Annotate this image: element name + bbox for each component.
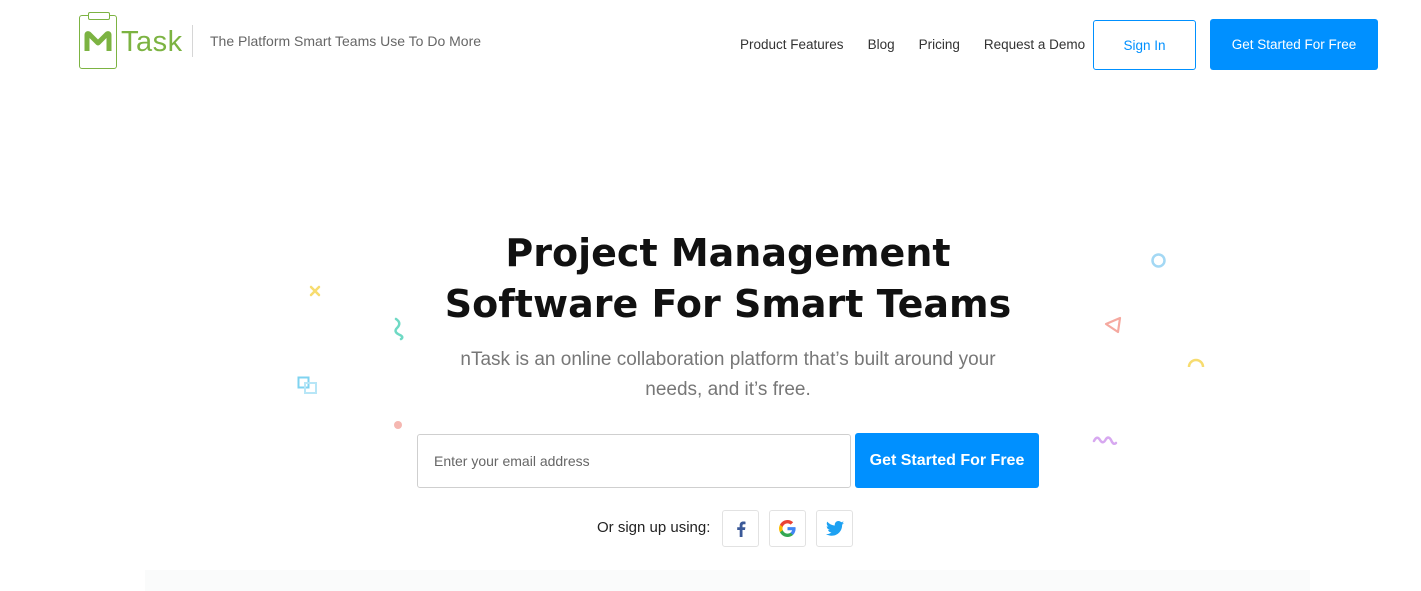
hero-subtitle: nTask is an online collaboration platfor…	[428, 345, 1028, 405]
nav-product-features[interactable]: Product Features	[740, 37, 844, 52]
wave-confetti-icon	[1092, 436, 1118, 446]
header-divider	[192, 25, 193, 57]
hero-title-line-2: Software For Smart Teams	[444, 282, 1012, 326]
tagline: The Platform Smart Teams Use To Do More	[210, 33, 482, 49]
email-input[interactable]	[417, 434, 851, 488]
signup-label: Or sign up using:	[597, 519, 711, 536]
x-confetti-icon	[309, 285, 321, 297]
sign-in-button[interactable]: Sign In	[1093, 20, 1196, 70]
squares-confetti-icon	[297, 376, 317, 394]
nav-blog[interactable]: Blog	[868, 37, 895, 52]
facebook-signup-button[interactable]	[722, 510, 759, 547]
nav-request-demo[interactable]: Request a Demo	[984, 37, 1085, 52]
hero-title: Project Management Software For Smart Te…	[428, 228, 1028, 330]
nav-pricing[interactable]: Pricing	[919, 37, 960, 52]
logo-text: Task	[121, 25, 183, 58]
arc-confetti-icon	[1187, 358, 1205, 368]
dot-confetti-icon	[394, 421, 402, 429]
triangle-confetti-icon	[1104, 316, 1122, 334]
clipboard-logo-icon	[79, 12, 117, 69]
get-started-header-button[interactable]: Get Started For Free	[1210, 19, 1378, 70]
site-header: Task The Platform Smart Teams Use To Do …	[0, 0, 1421, 90]
main-nav: Product Features Blog Pricing Request a …	[740, 37, 1085, 52]
google-icon	[779, 520, 796, 537]
google-signup-button[interactable]	[769, 510, 806, 547]
twitter-signup-button[interactable]	[816, 510, 853, 547]
facebook-icon	[736, 521, 745, 537]
twitter-icon	[825, 521, 844, 536]
hero-title-line-1: Project Management	[505, 231, 951, 275]
get-started-hero-button[interactable]: Get Started For Free	[855, 433, 1039, 488]
hero-subtitle-line-2: needs, and it’s free.	[645, 379, 811, 400]
bottom-section-strip	[145, 570, 1310, 591]
hero-subtitle-line-1: nTask is an online collaboration platfor…	[460, 349, 996, 370]
circle-confetti-icon	[1151, 253, 1166, 268]
squiggle-confetti-icon	[394, 317, 404, 341]
ntask-logo[interactable]: Task	[79, 12, 183, 69]
